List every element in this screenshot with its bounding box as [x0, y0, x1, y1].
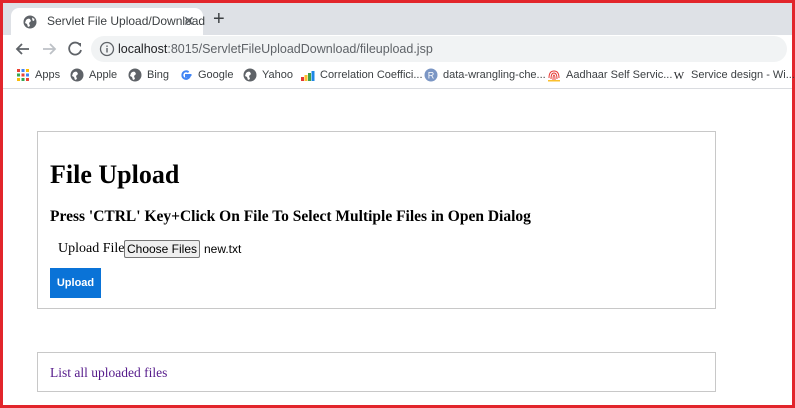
globe-icon	[23, 15, 37, 29]
url-path: :8015/ServletFileUploadDownload/fileuplo…	[167, 42, 433, 56]
bookmarks-bar: Apps Apple Bing Google Yahoo Correlation…	[3, 63, 795, 89]
reload-icon[interactable]	[65, 39, 85, 59]
bookmark-label: Google	[198, 69, 234, 81]
back-arrow-icon[interactable]	[13, 39, 33, 59]
browser-tab[interactable]: Servlet File Upload/Download ✕	[11, 8, 206, 35]
apps-grid-icon	[17, 69, 29, 81]
svg-text:W: W	[674, 70, 685, 82]
tab-title: Servlet File Upload/Download	[47, 14, 206, 28]
chosen-file-name: new.txt	[204, 242, 242, 256]
bookmark-label: Aadhaar Self Servic...	[566, 69, 673, 81]
file-list-panel: List all uploaded files	[37, 352, 716, 392]
wikipedia-w-icon: W	[674, 70, 685, 82]
globe-icon	[70, 68, 84, 82]
upload-button[interactable]: Upload	[50, 268, 101, 298]
url-host: localhost	[118, 42, 168, 56]
globe-icon	[128, 68, 142, 82]
info-icon[interactable]	[99, 41, 115, 57]
upload-file-label: Upload File:	[58, 241, 129, 256]
choose-files-button[interactable]: Choose Files	[124, 240, 200, 258]
bookmark-label: Apps	[35, 69, 61, 81]
close-tab-icon[interactable]: ✕	[183, 13, 195, 29]
bookmark-label: Yahoo	[262, 69, 293, 81]
fingerprint-icon	[548, 70, 560, 82]
bookmark-label: Bing	[147, 69, 170, 81]
browser-toolbar: localhost:8015/ServletFileUploadDownload…	[3, 35, 792, 63]
tab-strip: Servlet File Upload/Download ✕ +	[3, 3, 792, 35]
url-text: localhost:8015/ServletFileUploadDownload…	[118, 42, 433, 56]
forward-arrow-icon[interactable]	[39, 39, 59, 59]
upload-form-panel: File Upload Press 'CTRL' Key+Click On Fi…	[37, 131, 716, 309]
bookmark-label: Correlation Coeffici...	[320, 69, 423, 81]
bookmark-label: Apple	[89, 69, 118, 81]
bar-chart-icon	[301, 71, 315, 81]
address-bar[interactable]: localhost:8015/ServletFileUploadDownload…	[91, 36, 787, 62]
page-title: File Upload	[50, 160, 180, 189]
bookmark-label: Service design - Wi...	[691, 69, 795, 81]
svg-text:R: R	[428, 71, 435, 81]
instruction-text: Press 'CTRL' Key+Click On File To Select…	[50, 208, 531, 225]
new-tab-button[interactable]: +	[213, 8, 225, 30]
list-uploaded-files-link[interactable]: List all uploaded files	[50, 365, 167, 381]
bookmark-label: data-wrangling-che...	[443, 69, 546, 81]
r-logo-icon: R	[424, 68, 438, 82]
google-g-icon	[181, 70, 192, 80]
globe-icon	[243, 68, 257, 82]
